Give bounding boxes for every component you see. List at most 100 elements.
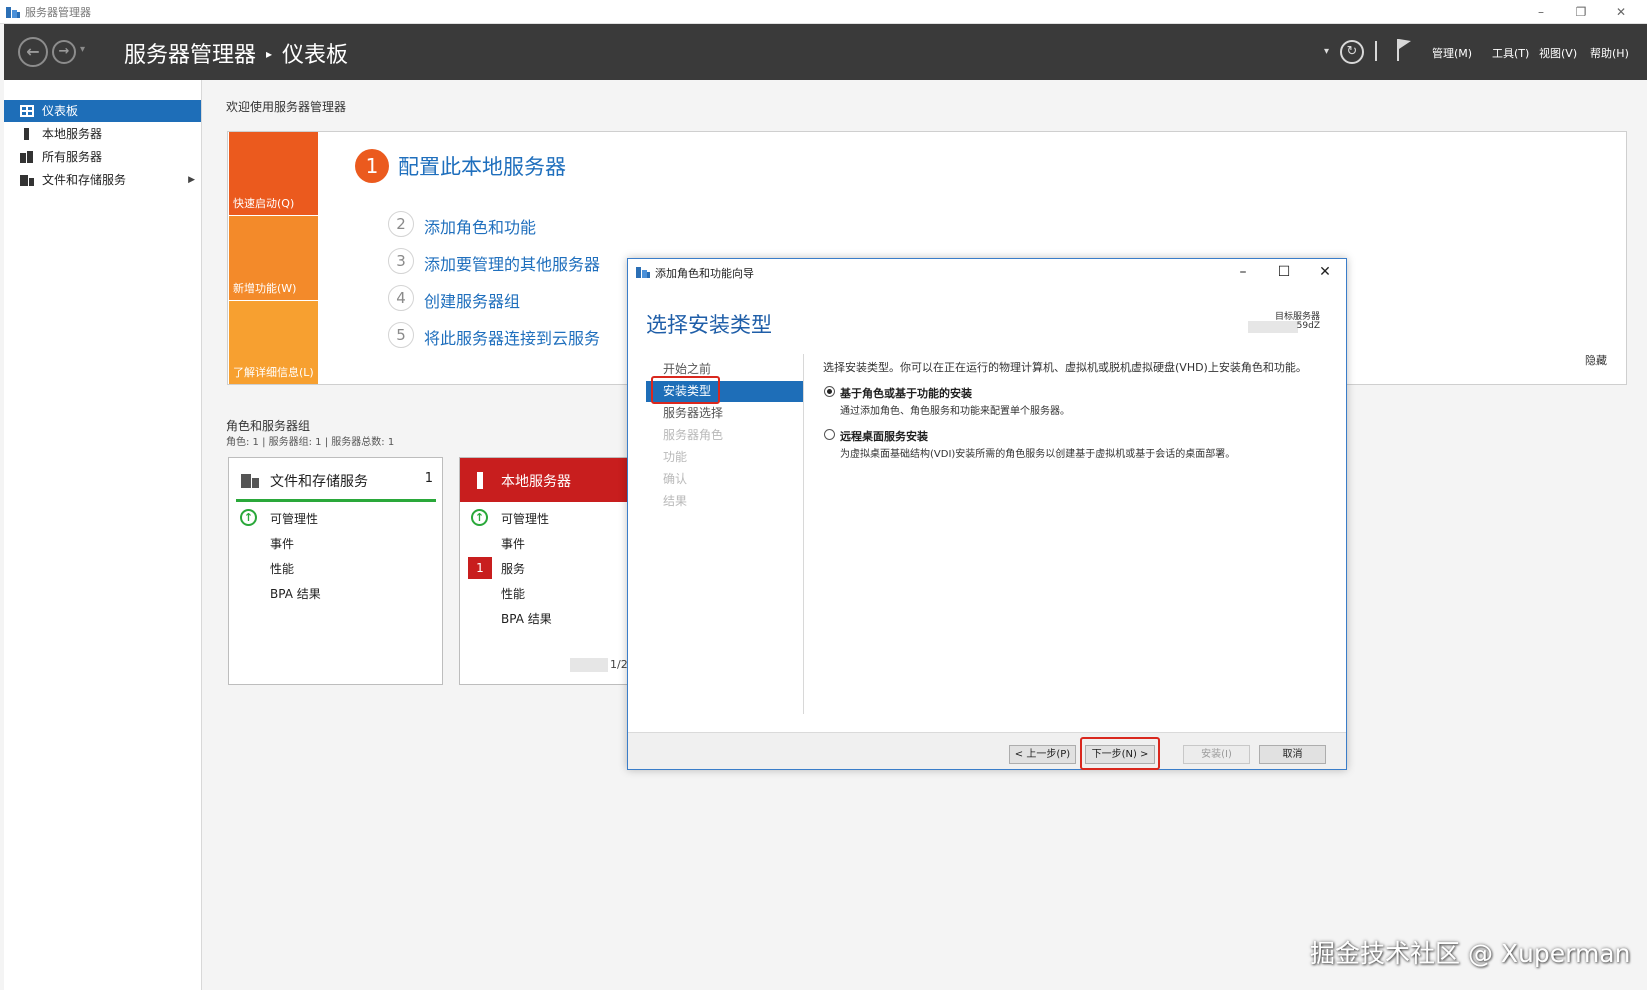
card-header[interactable]: 文件和存储服务 1 [236, 458, 436, 502]
menu-tools[interactable]: 工具(T) [1492, 45, 1529, 61]
file-storage-icon [20, 175, 34, 186]
sidebar: 仪表板 本地服务器 所有服务器 文件和存储服务 ▶ [4, 80, 202, 990]
roles-summary: 角色: 1 | 服务器组: 1 | 服务器总数: 1 [226, 437, 395, 448]
tile-label: 快速启动(Q) [233, 197, 295, 210]
configure-local-server-link[interactable]: 配置此本地服务器 [398, 151, 566, 181]
card-row-services[interactable]: 服务 [501, 560, 525, 577]
highlight-box [651, 376, 720, 404]
sidebar-item-file-storage[interactable]: 文件和存储服务 ▶ [4, 169, 201, 191]
card-row-manageability[interactable]: 可管理性 [270, 510, 318, 527]
wizard-step-server-selection[interactable]: 服务器选择 [646, 403, 803, 424]
history-dropdown-icon[interactable]: ▾ [80, 44, 85, 55]
menu-view[interactable]: 视图(V) [1539, 45, 1577, 61]
card-row-performance[interactable]: 性能 [501, 585, 525, 602]
connect-cloud-link[interactable]: 将此服务器连接到云服务 [424, 325, 600, 349]
role-based-install-label[interactable]: 基于角色或基于功能的安装 [840, 385, 972, 401]
wizard-step-confirmation: 确认 [663, 472, 688, 486]
tile-learn-more[interactable]: 了解详细信息(L) [229, 301, 318, 384]
dialog-minimize-button[interactable]: – [1226, 261, 1260, 283]
expand-arrow-icon[interactable]: ▶ [188, 169, 195, 191]
refresh-icon[interactable]: ↻ [1340, 40, 1364, 64]
breadcrumb-separator-icon: ▸ [266, 47, 273, 61]
os-window-title: 服务器管理器 [25, 6, 91, 19]
add-other-servers-link[interactable]: 添加要管理的其他服务器 [424, 251, 600, 275]
local-server-icon [477, 472, 483, 489]
step-number-5: 5 [388, 322, 414, 348]
minimize-button[interactable]: – [1526, 3, 1556, 21]
roles-section-title: 角色和服务器组 [226, 419, 311, 433]
card-row-bpa[interactable]: BPA 结果 [501, 610, 552, 627]
cancel-button[interactable]: 取消 [1259, 745, 1326, 764]
card-title: 文件和存储服务 [270, 474, 368, 490]
installation-type-description: 选择安装类型。你可以在正在运行的物理计算机、虚拟机或脱机虚拟硬盘(VHD)上安装… [823, 361, 1307, 374]
dialog-maximize-button[interactable]: ☐ [1267, 261, 1301, 283]
tile-label: 了解详细信息(L) [233, 366, 314, 379]
card-page-count: 1/2 [610, 658, 628, 671]
breadcrumb-root[interactable]: 服务器管理器 [124, 43, 256, 68]
dashboard-icon [20, 105, 34, 117]
highlight-box [1080, 737, 1160, 770]
all-servers-icon [20, 151, 33, 163]
card-row-manageability[interactable]: 可管理性 [501, 510, 549, 527]
step-number-1: 1 [355, 149, 389, 183]
menu-help[interactable]: 帮助(H) [1590, 45, 1629, 61]
wizard-step-server-roles: 服务器角色 [663, 428, 724, 442]
card-row-events[interactable]: 事件 [270, 535, 294, 552]
previous-button[interactable]: < 上一步(P) [1009, 745, 1076, 764]
remote-desktop-install-radio[interactable] [824, 429, 835, 440]
menu-manage[interactable]: 管理(M) [1432, 45, 1472, 61]
remote-desktop-install-label[interactable]: 远程桌面服务安装 [840, 428, 928, 444]
breadcrumb: 服务器管理器 ▸ 仪表板 [124, 37, 348, 69]
card-row-performance[interactable]: 性能 [270, 560, 294, 577]
wizard-step-results: 结果 [663, 494, 688, 508]
restore-button[interactable]: ❐ [1566, 3, 1596, 21]
add-roles-wizard-dialog: 添加角色和功能向导 – ☐ ✕ 选择安装类型 目标服务器 59dZ 开始之前 安… [627, 258, 1347, 770]
install-button: 安装(I) [1183, 745, 1250, 764]
file-storage-icon [241, 474, 259, 488]
target-server-value: 59dZ [1296, 321, 1320, 331]
dialog-close-button[interactable]: ✕ [1308, 261, 1342, 283]
tile-quick-start[interactable]: 快速启动(Q) [229, 132, 318, 215]
sidebar-item-all-servers[interactable]: 所有服务器 [4, 146, 201, 168]
step-number-4: 4 [388, 285, 414, 311]
step-number-3: 3 [388, 248, 414, 274]
hide-link[interactable]: 隐藏 [1585, 352, 1607, 368]
welcome-heading: 欢迎使用服务器管理器 [226, 100, 347, 114]
dialog-divider [803, 354, 804, 714]
wizard-step-features: 功能 [663, 450, 688, 464]
status-ok-icon: ↑ [471, 509, 488, 526]
create-server-group-link[interactable]: 创建服务器组 [424, 288, 520, 312]
forward-button[interactable]: → [52, 40, 76, 64]
card-count: 1 [424, 471, 433, 486]
card-row-bpa[interactable]: BPA 结果 [270, 585, 321, 602]
server-manager-app-icon [6, 7, 20, 18]
dialog-heading: 选择安装类型 [646, 313, 772, 337]
add-roles-features-link[interactable]: 添加角色和功能 [424, 214, 536, 238]
sidebar-item-label: 文件和存储服务 [42, 173, 127, 187]
target-server-blur [1248, 321, 1298, 333]
app-header: ← → ▾ 服务器管理器 ▸ 仪表板 ▾ ↻ 管理(M) 工具(T) 视图(V) 帮… [4, 24, 1647, 80]
card-row-events[interactable]: 事件 [501, 535, 525, 552]
flag-icon[interactable] [1396, 38, 1412, 62]
back-button[interactable]: ← [18, 37, 48, 67]
role-based-install-radio[interactable] [824, 386, 835, 397]
status-ok-icon: ↑ [240, 509, 257, 526]
role-based-install-desc: 通过添加角色、角色服务和功能来配置单个服务器。 [840, 406, 1070, 417]
os-title-bar: 服务器管理器 – ❐ ✕ [0, 0, 1647, 24]
dialog-footer: < 上一步(P) 下一步(N) > 安装(I) 取消 [628, 732, 1346, 770]
sidebar-item-dashboard[interactable]: 仪表板 [4, 100, 201, 122]
local-server-icon [24, 128, 29, 140]
step-number-2: 2 [388, 211, 414, 237]
notifications-dropdown-icon[interactable]: ▾ [1324, 46, 1329, 57]
watermark: 掘金技术社区 @ Xuperman [1310, 939, 1631, 968]
server-manager-screen: { "os_window": { "title": "服务器管理器", "min… [0, 0, 1647, 990]
header-divider [1375, 41, 1377, 61]
remote-desktop-install-desc: 为虚拟桌面基础结构(VDI)安装所需的角色服务以创建基于虚拟机或基于会话的桌面部… [840, 449, 1236, 460]
sidebar-item-local-server[interactable]: 本地服务器 [4, 123, 201, 145]
timestamp-blur [570, 658, 608, 672]
server-manager-app-icon [636, 267, 650, 278]
close-button[interactable]: ✕ [1606, 3, 1636, 21]
tile-whats-new[interactable]: 新增功能(W) [229, 216, 318, 300]
role-card-file-storage[interactable]: 文件和存储服务 1 ↑ 可管理性 事件 性能 BPA 结果 [228, 457, 443, 685]
dialog-title: 添加角色和功能向导 [655, 267, 754, 280]
